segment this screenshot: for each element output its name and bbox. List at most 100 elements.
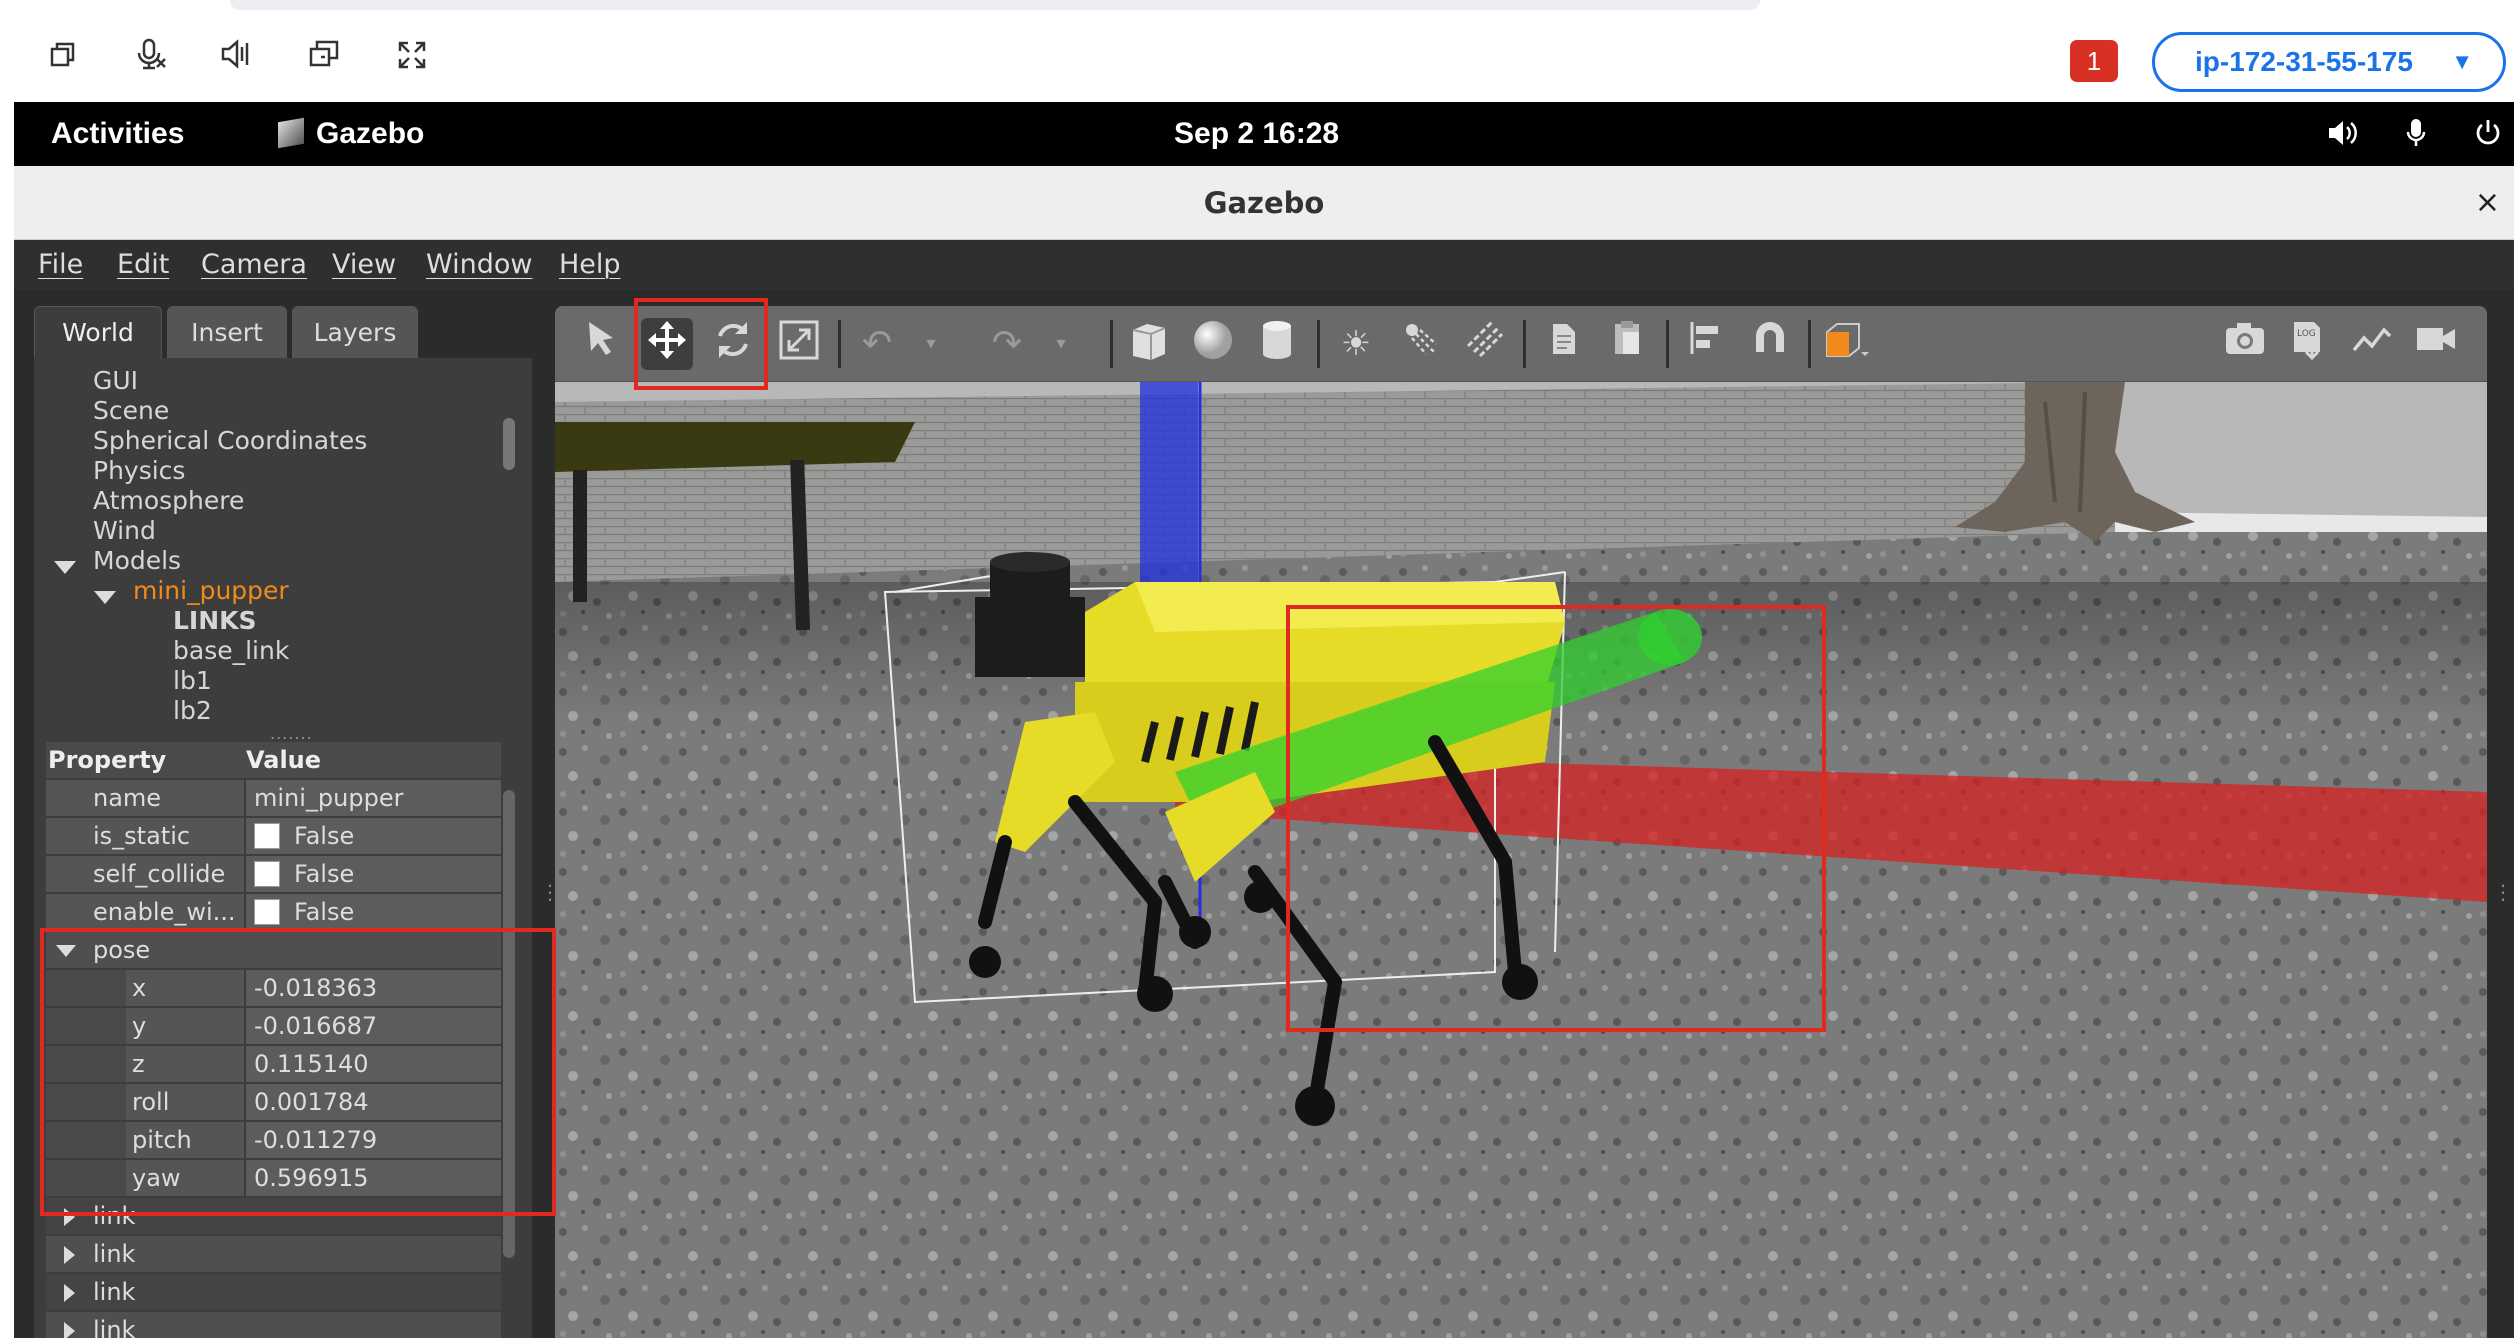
tree-scrollbar[interactable]	[503, 418, 515, 470]
activities-button[interactable]: Activities	[51, 102, 184, 166]
copy-icon[interactable]	[1537, 318, 1589, 370]
host-selector[interactable]: ip-172-31-55-175 ▼	[2152, 32, 2506, 92]
toolbar-separator	[1666, 320, 1669, 368]
property-row-pose-roll[interactable]: roll 0.001784	[46, 1084, 501, 1122]
property-value[interactable]: -0.018363	[246, 970, 501, 1006]
property-row-pose[interactable]: pose	[46, 932, 501, 970]
property-key: z	[126, 1046, 244, 1082]
property-row-link[interactable]: link	[46, 1274, 501, 1312]
mic-muted-icon[interactable]	[126, 36, 174, 84]
cylinder-shape-icon[interactable]	[1251, 318, 1303, 370]
expand-icon[interactable]	[64, 1208, 75, 1226]
checkbox[interactable]	[254, 861, 280, 887]
undo-dropdown-icon[interactable]: ▾	[905, 318, 957, 370]
tree-item-scene[interactable]: Scene	[93, 396, 169, 426]
log-icon[interactable]: LOG	[2282, 318, 2334, 370]
property-table: Property Value name mini_pupper is_stati…	[46, 742, 501, 1338]
menu-view[interactable]: View	[332, 240, 396, 290]
close-icon[interactable]: ×	[2475, 166, 2500, 240]
splitter-handle[interactable]: ⋮	[540, 880, 560, 910]
system-tray[interactable]	[2327, 102, 2502, 166]
speaker-icon[interactable]	[212, 36, 260, 84]
redo-dropdown-icon[interactable]: ▾	[1035, 318, 1087, 370]
property-row-pose-pitch[interactable]: pitch -0.011279	[46, 1122, 501, 1160]
select-mode-icon[interactable]	[575, 318, 627, 370]
menu-edit[interactable]: Edit	[117, 240, 169, 290]
clock[interactable]: Sep 2 16:28	[1174, 102, 1339, 166]
menu-camera[interactable]: Camera	[201, 240, 307, 290]
expand-icon[interactable]	[64, 1284, 75, 1302]
property-scrollbar[interactable]	[503, 790, 515, 1258]
tab-world[interactable]: World	[34, 306, 162, 358]
property-value[interactable]: 0.115140	[246, 1046, 501, 1082]
property-row-pose-yaw[interactable]: yaw 0.596915	[46, 1160, 501, 1198]
tree-item-atmosphere[interactable]: Atmosphere	[93, 486, 244, 516]
property-value[interactable]: False	[246, 894, 501, 930]
property-value[interactable]: mini_pupper	[246, 780, 501, 816]
property-value[interactable]: False	[246, 818, 501, 854]
snap-magnet-icon[interactable]	[1744, 318, 1796, 370]
expand-icon[interactable]	[64, 1246, 75, 1264]
checkbox[interactable]	[254, 823, 280, 849]
fullscreen-icon[interactable]	[388, 36, 436, 84]
3d-scene[interactable]	[555, 382, 2487, 1338]
tab-insert[interactable]: Insert	[167, 306, 287, 358]
sphere-shape-icon[interactable]	[1187, 318, 1239, 370]
screenshot-icon[interactable]	[2219, 318, 2271, 370]
property-value[interactable]: False	[246, 856, 501, 892]
tree-item-model-selected[interactable]: mini_pupper	[133, 576, 289, 606]
menu-help[interactable]: Help	[559, 240, 621, 290]
rotate-mode-icon[interactable]	[707, 318, 759, 370]
models-expand-icon[interactable]	[54, 561, 76, 574]
tree-item-physics[interactable]: Physics	[93, 456, 185, 486]
multi-window-icon[interactable]	[300, 36, 348, 84]
tree-item-spherical-coordinates[interactable]: Spherical Coordinates	[93, 426, 367, 456]
align-icon[interactable]	[1680, 318, 1732, 370]
property-row-name[interactable]: name mini_pupper	[46, 780, 501, 818]
tree-item-link[interactable]: base_link	[173, 636, 289, 666]
checkbox[interactable]	[254, 899, 280, 925]
property-row-pose-x[interactable]: x -0.018363	[46, 970, 501, 1008]
property-row-link[interactable]: link	[46, 1312, 501, 1338]
menu-window[interactable]: Window	[426, 240, 532, 290]
gazebo-logo-icon	[278, 117, 304, 149]
panel-splitter-handle[interactable]: .......	[270, 724, 313, 743]
plot-icon[interactable]	[2346, 318, 2398, 370]
property-row-enable-wind[interactable]: enable_wi... False	[46, 894, 501, 932]
property-value[interactable]: 0.596915	[246, 1160, 501, 1196]
paste-icon[interactable]	[1601, 318, 1653, 370]
app-menu[interactable]: Gazebo	[278, 102, 424, 166]
model-expand-icon[interactable]	[94, 591, 116, 604]
box-shape-icon[interactable]	[1123, 318, 1175, 370]
property-value[interactable]: -0.011279	[246, 1122, 501, 1158]
property-value[interactable]: 0.001784	[246, 1084, 501, 1120]
spot-light-icon[interactable]	[1394, 318, 1446, 370]
directional-light-icon[interactable]	[1458, 318, 1510, 370]
menu-file[interactable]: File	[38, 240, 83, 290]
tab-layers[interactable]: Layers	[292, 306, 418, 358]
notification-badge[interactable]: 1	[2070, 40, 2118, 82]
redo-icon[interactable]: ↷	[981, 318, 1033, 370]
property-row-pose-z[interactable]: z 0.115140	[46, 1046, 501, 1084]
translate-mode-icon[interactable]	[641, 318, 693, 370]
undo-icon[interactable]: ↶	[851, 318, 903, 370]
point-light-icon[interactable]: ☀	[1330, 318, 1382, 370]
tree-item-wind[interactable]: Wind	[93, 516, 156, 546]
record-video-icon[interactable]	[2410, 318, 2462, 370]
scale-mode-icon[interactable]	[773, 318, 825, 370]
property-row-self-collide[interactable]: self_collide False	[46, 856, 501, 894]
property-row-is-static[interactable]: is_static False	[46, 818, 501, 856]
tree-item-link[interactable]: lb2	[173, 696, 212, 726]
property-value[interactable]: -0.016687	[246, 1008, 501, 1044]
tree-item-link[interactable]: lb1	[173, 666, 212, 696]
tree-item-gui[interactable]: GUI	[93, 366, 138, 396]
expand-icon[interactable]	[64, 1322, 75, 1338]
tree-item-models[interactable]: Models	[93, 546, 181, 576]
right-panel-handle[interactable]: ⋮	[2493, 880, 2513, 910]
property-row-link[interactable]: link	[46, 1236, 501, 1274]
property-row-link[interactable]: link	[46, 1198, 501, 1236]
pose-collapse-icon[interactable]	[56, 945, 76, 957]
property-row-pose-y[interactable]: y -0.016687	[46, 1008, 501, 1046]
window-restore-icon[interactable]	[38, 36, 86, 84]
view-angle-icon[interactable]	[1821, 318, 1873, 370]
